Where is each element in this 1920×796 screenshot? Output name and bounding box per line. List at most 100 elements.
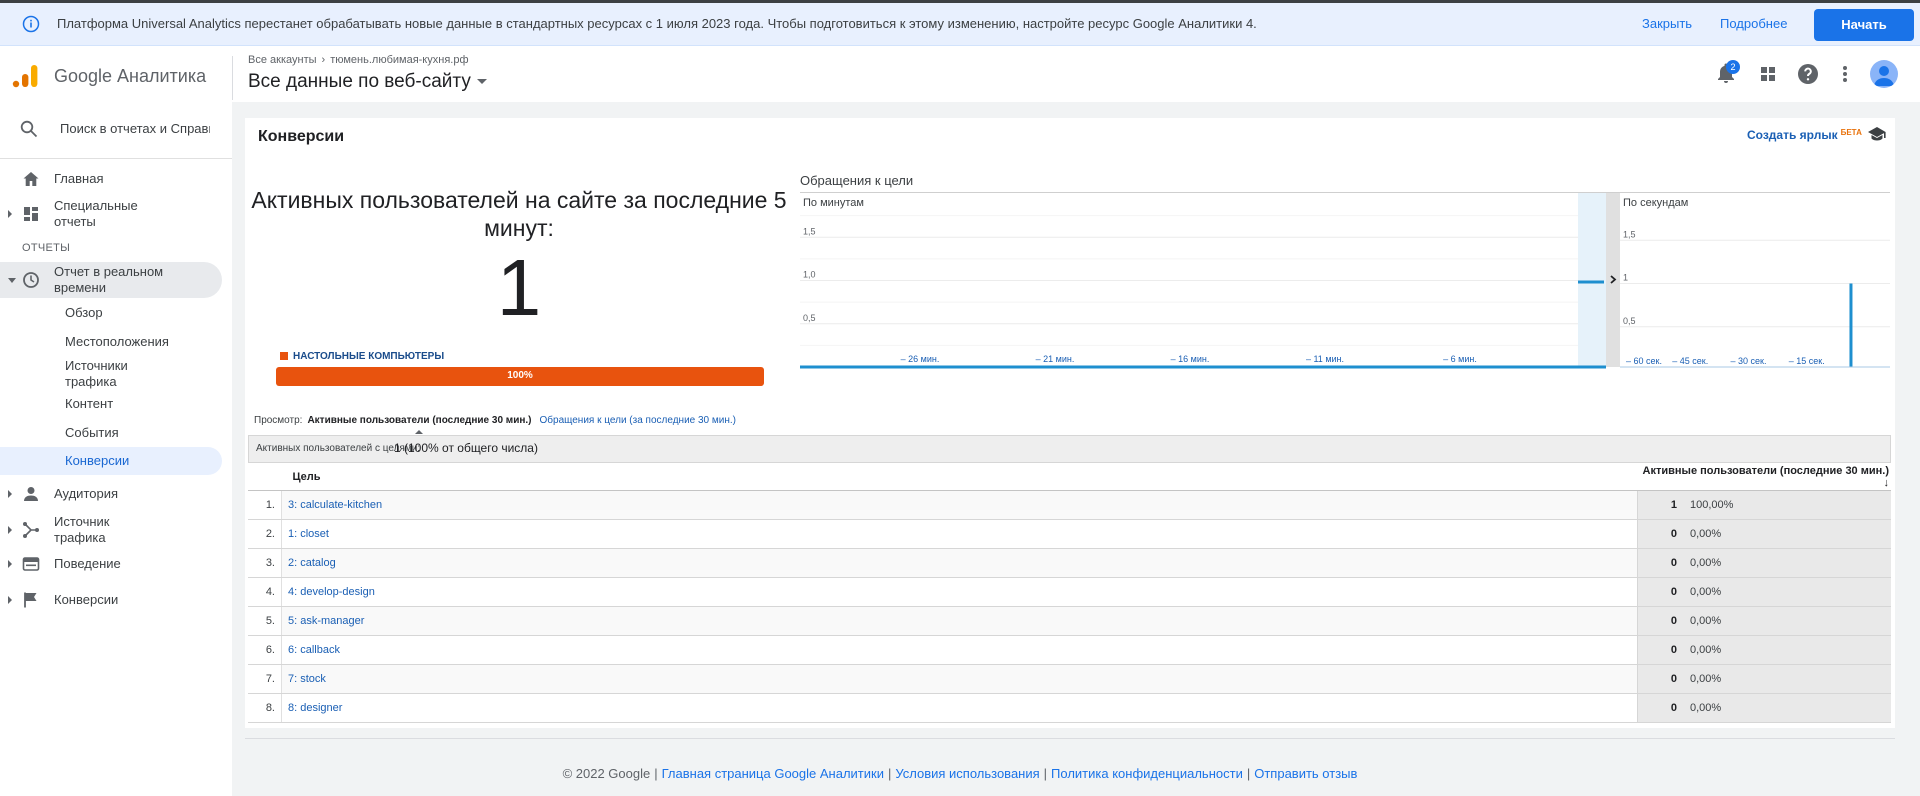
chart-title: Обращения к цели	[800, 173, 914, 188]
footer-separator: |	[1043, 766, 1048, 781]
expand-arrow-icon	[8, 526, 12, 534]
sidebar-item-conversions[interactable]: Конверсии	[0, 590, 222, 610]
goal-cell: 2: catalog	[281, 548, 1638, 578]
view-switcher: Просмотр: Активные пользователи (последни…	[254, 415, 736, 426]
sidebar-subitem-locations[interactable]: Местоположения	[0, 332, 222, 352]
percent-cell: 0,00%	[1683, 519, 1891, 549]
second-x-tick: – 60 сек.	[1626, 356, 1662, 366]
goal-link[interactable]: 8: designer	[288, 702, 342, 714]
device-legend-label: НАСТОЛЬНЫЕ КОМПЬЮТЕРЫ	[293, 351, 445, 362]
current-minute-highlight	[1578, 193, 1606, 366]
minute-x-tick: – 26 мин.	[901, 354, 940, 364]
sidebar-item-label: Аудитория	[54, 486, 119, 501]
more-vert-icon[interactable]	[1833, 62, 1857, 86]
search-input[interactable]	[58, 120, 212, 137]
row-index: 7.	[248, 664, 282, 694]
minute-y-tick: 1,0	[803, 270, 816, 280]
active-users-cell: 0	[1637, 548, 1683, 578]
create-shortcut-link[interactable]: Создать ярлык БЕТА	[1747, 128, 1862, 142]
banner-close-link[interactable]: Закрыть	[1642, 16, 1692, 31]
banner-start-button[interactable]: Начать	[1814, 9, 1914, 41]
sidebar-subitem-conversions[interactable]: Конверсии	[0, 447, 222, 475]
sidebar-item-custom-reports[interactable]: Специальные отчеты	[0, 196, 222, 232]
view-selector[interactable]: Все данные по веб-сайту	[248, 71, 487, 93]
expand-arrow-icon	[8, 596, 12, 604]
goal-link[interactable]: 7: stock	[288, 673, 326, 685]
sidebar-item-acquisition[interactable]: Источник трафика	[0, 512, 222, 548]
person-icon	[24, 487, 38, 501]
column-header-active-users[interactable]: Активные пользователи (последние 30 мин.…	[1637, 464, 1891, 491]
column-header-goal[interactable]: Цель	[281, 464, 1638, 491]
row-index: 2.	[248, 519, 282, 549]
goal-cell: 7: stock	[281, 664, 1638, 694]
tab-active-users[interactable]: Активные пользователи (последние 30 мин.…	[307, 415, 531, 426]
table-row: 8. 8: designer 0 0,00%	[248, 693, 1891, 723]
table-row: 5. 5: ask-manager 0 0,00%	[248, 606, 1891, 636]
dashboard-icon	[24, 207, 38, 221]
sidebar-section-label: ОТЧЕТЫ	[22, 242, 71, 254]
footer: © 2022 Google | Главная страница Google Ан…	[0, 766, 1920, 781]
active-users-cell: 0	[1637, 635, 1683, 665]
second-x-tick: – 30 сек.	[1731, 356, 1767, 366]
sidebar-item-audience[interactable]: Аудитория	[0, 484, 222, 504]
goal-cell: 3: calculate-kitchen	[281, 490, 1638, 520]
footer-link-privacy[interactable]: Политика конфиденциальности	[1051, 766, 1243, 781]
device-share-percent: 100%	[507, 370, 533, 381]
view-name: Все данные по веб-сайту	[248, 71, 471, 92]
goal-link[interactable]: 2: catalog	[288, 557, 336, 569]
footer-link-feedback[interactable]: Отправить отзыв	[1254, 766, 1357, 781]
second-y-tick: 1	[1623, 273, 1628, 283]
account-avatar[interactable]	[1870, 60, 1898, 88]
sidebar-item-label: Источник трафика	[54, 514, 110, 545]
sidebar-item-home[interactable]: Главная	[0, 169, 222, 189]
sort-arrow-icon: ↓	[1883, 477, 1890, 489]
minute-x-tick: – 16 мин.	[1171, 354, 1210, 364]
footer-copyright: © 2022 Google	[562, 766, 651, 781]
goal-link[interactable]: 4: develop-design	[288, 586, 375, 598]
banner-more-link[interactable]: Подробнее	[1720, 16, 1787, 31]
summary-bar: Активных пользователей с целями: 1 (100%…	[248, 435, 1891, 463]
footer-link-ga-home[interactable]: Главная страница Google Аналитики	[662, 766, 884, 781]
second-chart-bars	[1849, 283, 1853, 367]
row-index: 3.	[248, 548, 282, 578]
percent-cell: 0,00%	[1683, 635, 1891, 665]
breadcrumb-all-accounts[interactable]: Все аккаунты	[248, 54, 317, 66]
goal-link[interactable]: 5: ask-manager	[288, 615, 364, 627]
minute-x-tick: – 6 мин.	[1443, 354, 1477, 364]
help-icon[interactable]	[1796, 62, 1820, 86]
table-row: 7. 7: stock 0 0,00%	[248, 664, 1891, 694]
percent-cell: 0,00%	[1683, 693, 1891, 723]
sidebar-item-realtime[interactable]: Отчет в реальном времени	[0, 262, 222, 298]
sidebar-subitem-overview[interactable]: Обзор	[0, 303, 222, 323]
breadcrumb[interactable]: Все аккаунты › тюмень.любимая-кухня.рф	[248, 54, 469, 66]
goal-link[interactable]: 6: callback	[288, 644, 340, 656]
table-row: 1. 3: calculate-kitchen 1 100,00%	[248, 490, 1891, 520]
second-y-tick: 1,5	[1623, 229, 1636, 239]
sidebar-subitem-content[interactable]: Контент	[0, 394, 222, 414]
percent-cell: 0,00%	[1683, 664, 1891, 694]
sidebar-subitem-traffic-sources[interactable]: Источники трафика	[0, 356, 222, 392]
apps-grid-icon[interactable]	[1756, 62, 1780, 86]
footer-link-terms[interactable]: Условия использования	[895, 766, 1039, 781]
view-label: Просмотр:	[254, 415, 303, 426]
acquisition-icon	[23, 522, 39, 538]
active-users-cell: 0	[1637, 606, 1683, 636]
sidebar-subitem-label: События	[65, 425, 119, 440]
goal-link[interactable]: 1: closet	[288, 528, 329, 540]
breadcrumb-property[interactable]: тюмень.любимая-кухня.рф	[330, 54, 468, 66]
collapse-arrow-icon	[8, 278, 16, 283]
table-row: 2. 1: closet 0 0,00%	[248, 519, 1891, 549]
minute-x-tick: – 11 мин.	[1306, 354, 1344, 364]
second-y-tick: 0,5	[1623, 316, 1636, 326]
sidebar-item-behavior[interactable]: Поведение	[0, 554, 222, 574]
minute-chart-title: По минутам	[803, 197, 864, 209]
sidebar-subitem-events[interactable]: События	[0, 423, 222, 443]
second-chart-title: По секундам	[1623, 197, 1688, 209]
expand-arrow-icon	[8, 210, 12, 218]
panel-splitter-handle[interactable]	[1606, 193, 1620, 367]
tab-goal-hits[interactable]: Обращения к цели (за последние 30 мин.)	[540, 415, 737, 426]
goal-cell: 1: closet	[281, 519, 1638, 549]
person-icon	[1874, 66, 1894, 86]
goal-link[interactable]: 3: calculate-kitchen	[288, 499, 382, 511]
graduation-cap-icon[interactable]	[1868, 126, 1886, 142]
